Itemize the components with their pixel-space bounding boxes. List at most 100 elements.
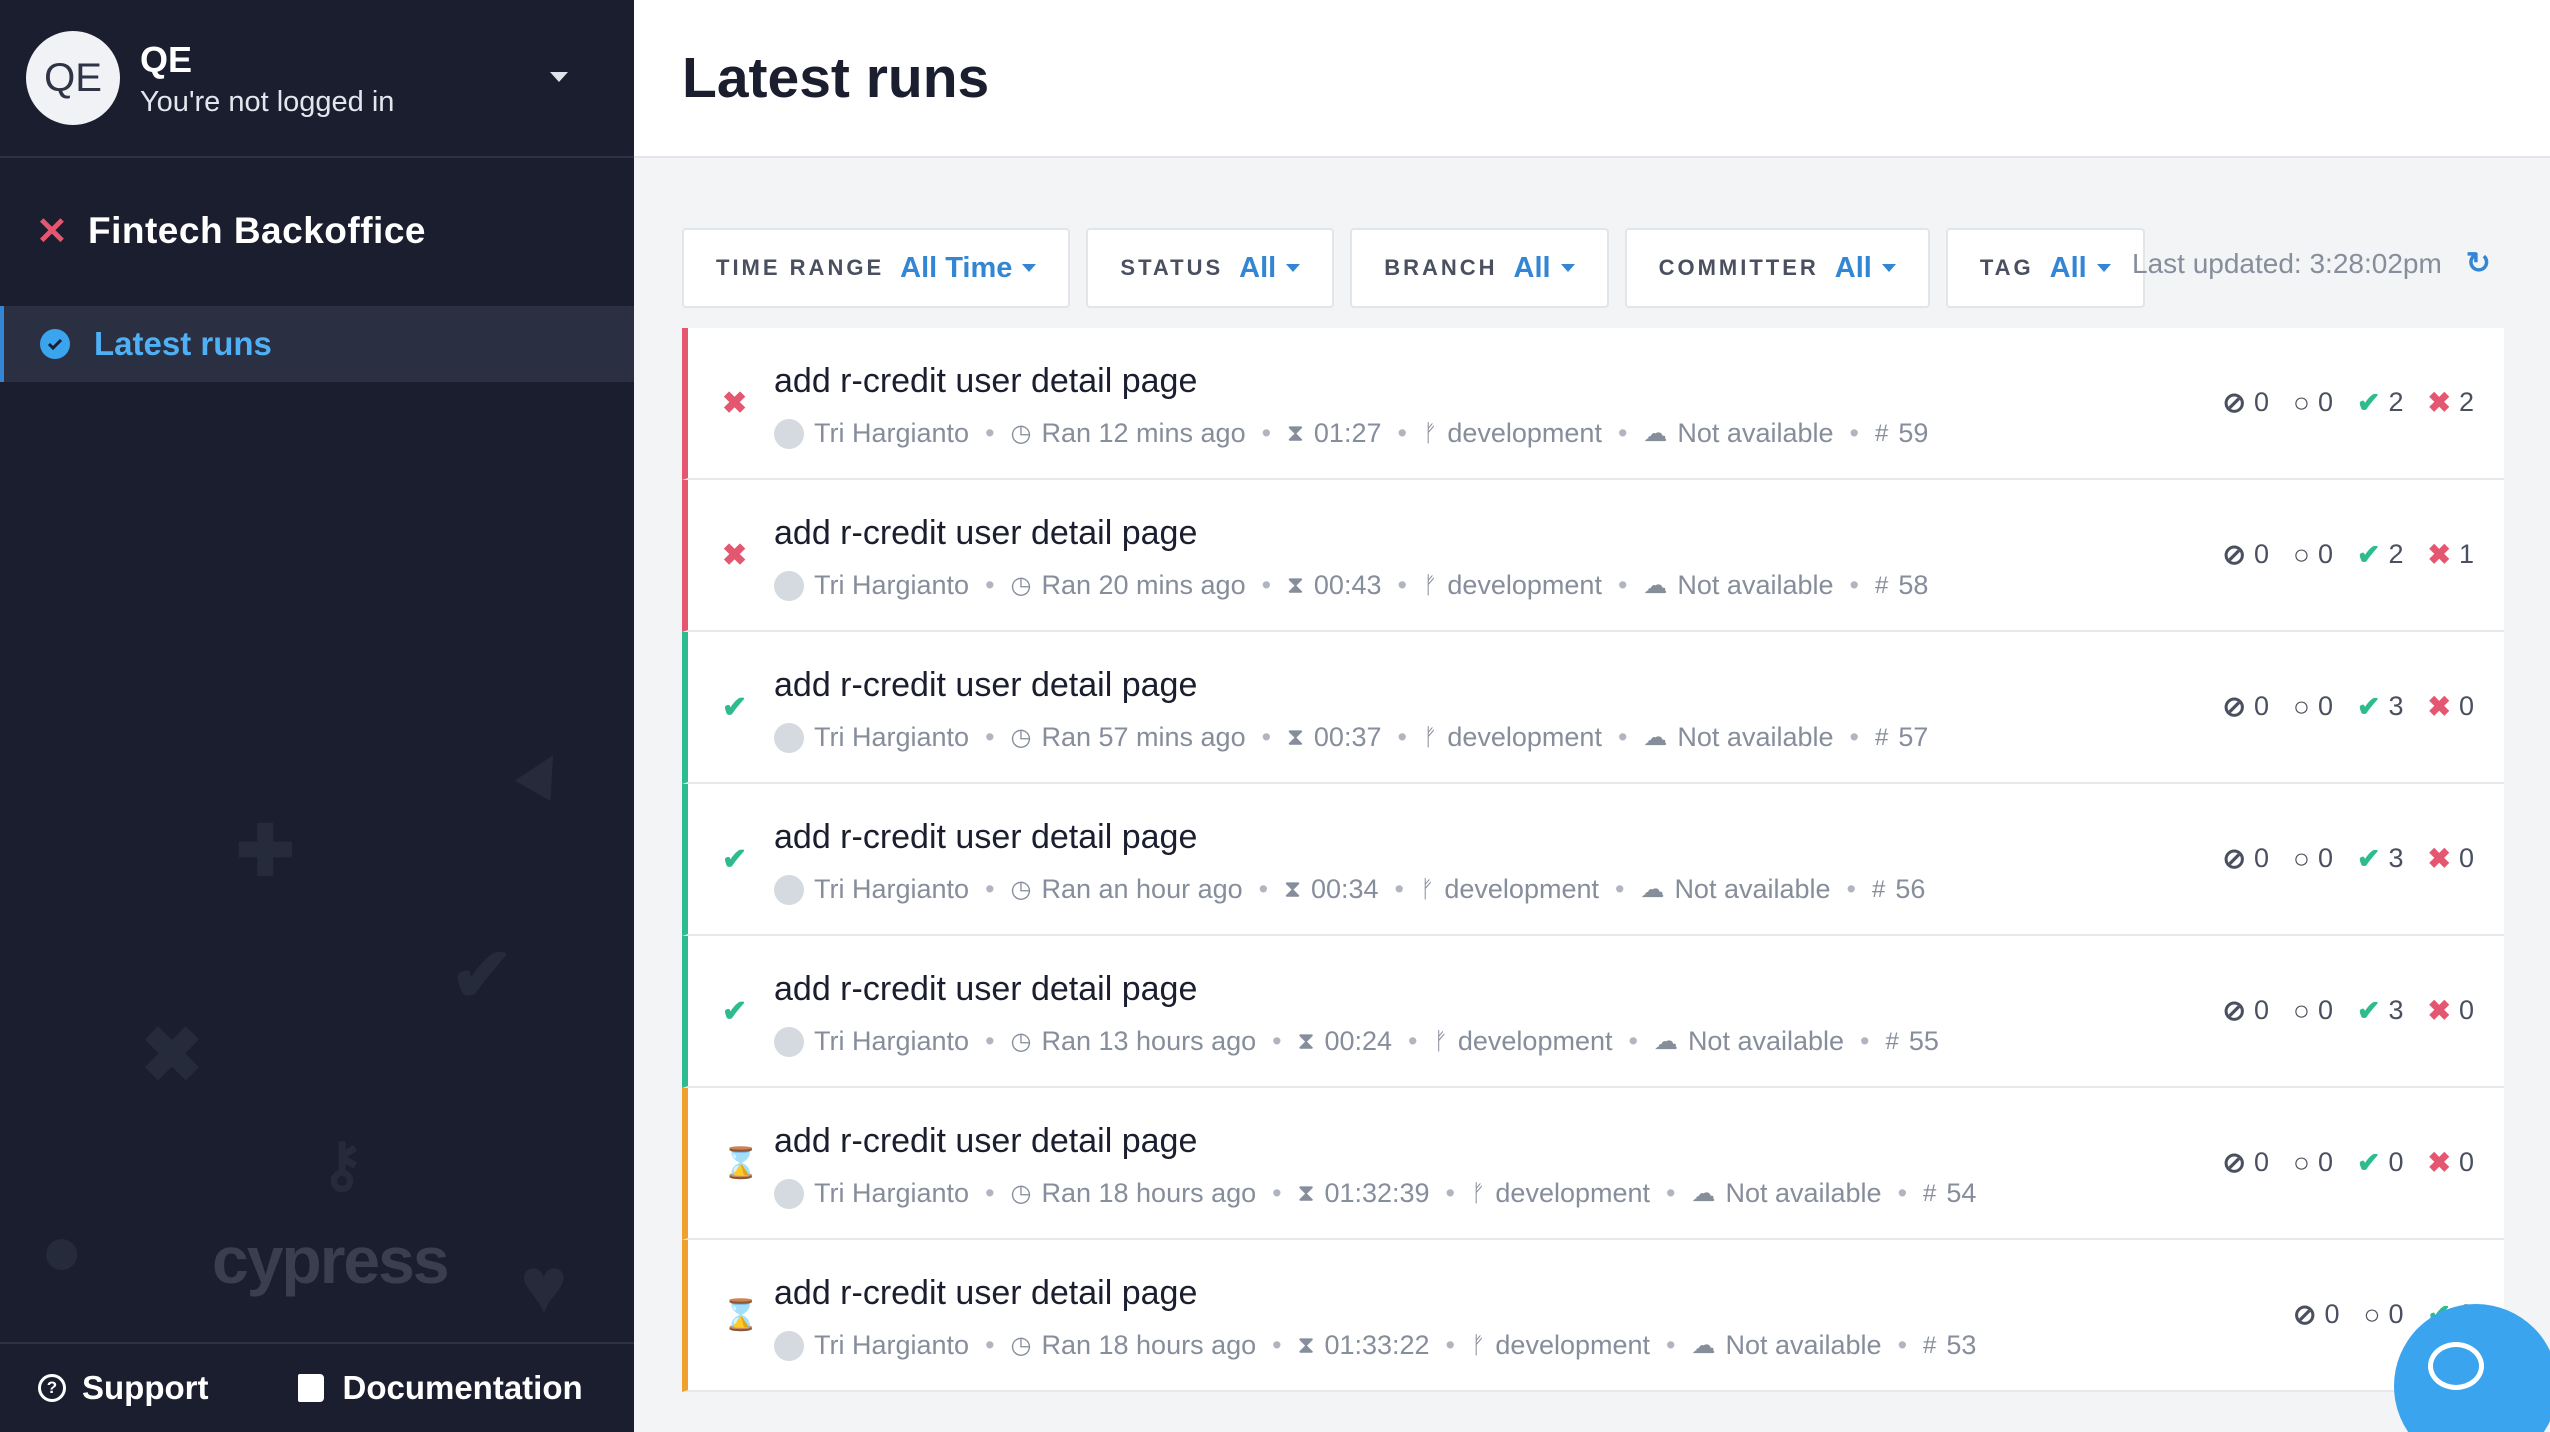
committer-name: Tri Hargianto [814,1026,970,1056]
caret-down-icon [2096,264,2111,272]
project-name: Fintech Backoffice [88,210,426,251]
run-test-counts: ⊘ 0 ○ 0 ✔ 3 ✖ 0 [2199,690,2474,723]
run-row[interactable]: ✔ add r-credit user detail page Tri Hargia… [682,936,2504,1088]
run-row[interactable]: ✖ add r-credit user detail page Tri Hargia… [682,328,2504,480]
pending-count: ○ 0 [2293,842,2333,875]
passed-value: 3 [2388,995,2404,1025]
documentation-link[interactable]: Documentation [298,1369,583,1407]
failed-count: ✖ 0 [2428,994,2475,1027]
skipped-value: 0 [2254,387,2270,417]
committer-avatar-icon [774,418,804,449]
run-time: Ran 12 mins ago [1041,418,1246,448]
hourglass-icon: ⧗ [1287,419,1304,447]
failed-value: 0 [2458,995,2474,1025]
skipped-icon: ⊘ [2222,387,2247,418]
refresh-icon[interactable]: ↻ [2466,246,2491,281]
run-row[interactable]: ✔ add r-credit user detail page Tri Hargia… [682,784,2504,936]
separator-dot: • [985,874,995,904]
page-header: Latest runs [634,0,2550,158]
run-title: add r-credit user detail page [774,1122,1198,1160]
pending-value: 0 [2317,539,2333,569]
passed-count: ✔ 3 [2357,842,2404,875]
pending-count: ○ 0 [2364,1298,2404,1331]
run-branch: development [1495,1178,1651,1208]
run-duration: 00:24 [1324,1026,1393,1056]
committer-avatar-icon [774,874,804,905]
x-decor-icon: ✖ [140,1013,204,1098]
skipped-icon: ⊘ [2222,1147,2247,1178]
clock-icon: ◷ [1010,1180,1032,1207]
run-ci: Not available [1687,1026,1845,1056]
branch-icon: ᚠ [1422,723,1438,751]
pending-icon: ○ [2293,386,2310,418]
separator-dot: • [1445,1330,1455,1360]
page-title: Latest runs [682,46,990,110]
run-title: add r-credit user detail page [774,818,1198,856]
run-duration: 00:37 [1313,722,1382,752]
caret-down-icon [1022,264,1037,272]
committer-name: Tri Hargianto [814,570,970,600]
run-time: Ran 57 mins ago [1041,722,1246,752]
cloud-icon: ☁ [1643,724,1668,751]
run-row[interactable]: ✖ add r-credit user detail page Tri Hargia… [682,480,2504,632]
caret-down-icon[interactable] [550,72,568,82]
chat-bubble-icon [2428,1342,2484,1390]
hash-icon: # [1874,723,1889,751]
passed-icon: ✔ [2357,995,2381,1026]
separator-dot: • [1628,1026,1638,1056]
committer-name: Tri Hargianto [814,1178,970,1208]
branch-icon: ᚠ [1471,1179,1486,1207]
passed-status-icon: ✔ [722,995,748,1028]
pending-icon: ○ [2293,994,2310,1026]
runs-list: ✖ add r-credit user detail page Tri Hargia… [682,328,2504,1392]
login-status: You're not logged in [140,85,395,118]
passed-value: 3 [2388,691,2404,721]
run-row[interactable]: ✔ add r-credit user detail page Tri Hargia… [682,632,2504,784]
run-row[interactable]: ⌛ add r-credit user detail page Tri Hargia… [682,1088,2504,1240]
filter-value: All [1239,251,1277,284]
branch-icon: ᚠ [1422,571,1438,599]
filter-value: All [1513,251,1551,284]
separator-dot: • [1849,722,1859,752]
filter-status[interactable]: STATUS All [1086,228,1335,308]
separator-dot: • [1272,1026,1282,1056]
passed-icon: ✔ [2357,1147,2381,1178]
caret-down-icon [1881,264,1896,272]
cypress-logo: cypress [212,1223,450,1297]
branch-icon: ᚠ [1433,1027,1448,1055]
skipped-count: ⊘ 0 [2223,690,2270,723]
committer-avatar-icon [774,722,804,753]
skipped-value: 0 [2254,843,2270,873]
hash-icon: # [1874,571,1889,599]
run-number: 59 [1898,418,1929,448]
run-time: Ran an hour ago [1041,874,1243,904]
failed-count: ✖ 0 [2428,1146,2475,1179]
support-link[interactable]: ? Support [38,1369,208,1407]
run-test-counts: ⊘ 0 ○ 0 ✔ 3 ✖ 0 [2199,842,2474,875]
clock-icon: ◷ [1010,1332,1032,1359]
filter-branch[interactable]: BRANCH All [1350,228,1609,308]
separator-dot: • [1261,418,1272,448]
separator-dot: • [985,722,995,752]
filter-committer[interactable]: COMMITTER All [1624,228,1930,308]
passed-count: ✔ 2 [2357,538,2404,571]
run-row[interactable]: ⌛ add r-credit user detail page Tri Hargia… [682,1240,2504,1392]
hourglass-icon: ⧗ [1297,1179,1315,1207]
separator-dot: • [1261,722,1272,752]
failed-icon: ✖ [2427,843,2451,874]
separator-dot: • [1408,1026,1418,1056]
branch-icon: ᚠ [1419,875,1435,903]
nav-item-latest-runs[interactable]: Latest runs [0,306,634,382]
skipped-count: ⊘ 0 [2223,842,2270,875]
support-label: Support [82,1369,209,1406]
run-ci: Not available [1677,418,1834,448]
filter-time-range[interactable]: TIME RANGE All Time [682,228,1071,308]
user-menu[interactable]: QE QE You're not logged in [0,0,634,158]
skipped-value: 0 [2324,1299,2340,1329]
hourglass-icon: ⧗ [1297,1331,1315,1359]
pending-icon: ○ [2293,690,2310,722]
pending-icon: ○ [2363,1298,2381,1330]
filter-tag[interactable]: TAG All [1945,228,2145,308]
pending-value: 0 [2317,1147,2333,1177]
filter-value: All [1834,251,1872,284]
